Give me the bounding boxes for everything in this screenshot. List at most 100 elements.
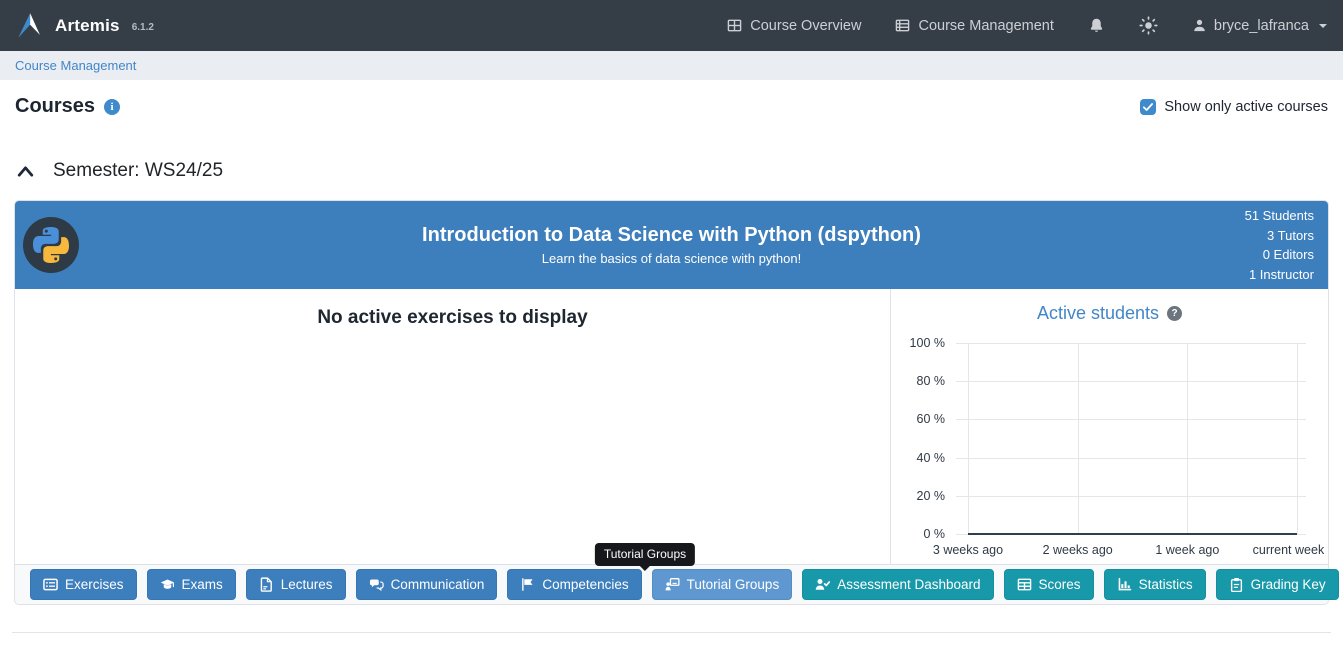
- username: bryce_lafranca: [1214, 18, 1309, 34]
- stat-instructors: 1 Instructor: [1245, 265, 1314, 285]
- clipboard-icon: [1229, 577, 1244, 592]
- y-tick: 80 %: [917, 374, 946, 388]
- user-menu[interactable]: bryce_lafranca: [1192, 18, 1327, 34]
- collapse-semester-button[interactable]: [15, 161, 36, 182]
- lectures-button[interactable]: Lectures: [246, 569, 346, 600]
- x-tick: 3 weeks ago: [933, 543, 1003, 557]
- brand-version: 6.1.2: [132, 22, 154, 33]
- table-list-icon: [895, 18, 910, 33]
- course-card-body: No active exercises to display Active st…: [15, 289, 1328, 564]
- exercises-label: Exercises: [65, 577, 124, 592]
- exams-button[interactable]: Exams: [147, 569, 236, 600]
- statistics-button[interactable]: Statistics: [1104, 569, 1206, 600]
- tutorial-groups-label: Tutorial Groups: [687, 577, 780, 592]
- h-gridline: [956, 496, 1306, 497]
- chart-column-icon: [1117, 577, 1132, 592]
- nav-course-management[interactable]: Course Management: [895, 18, 1053, 34]
- course-stats: 51 Students 3 Tutors 0 Editors 1 Instruc…: [1245, 206, 1314, 284]
- info-icon[interactable]: i: [104, 99, 120, 115]
- stat-students: 51 Students: [1245, 206, 1314, 226]
- assessment-dashboard-label: Assessment Dashboard: [837, 577, 980, 592]
- table-cells-icon: [727, 18, 742, 33]
- scores-button[interactable]: Scores: [1004, 569, 1094, 600]
- scores-label: Scores: [1039, 577, 1081, 592]
- competencies-button[interactable]: Competencies: [507, 569, 641, 600]
- file-pdf-icon: [259, 577, 274, 592]
- top-navbar: Artemis 6.1.2 Course Overview: [0, 0, 1343, 51]
- notifications-button[interactable]: [1088, 17, 1105, 34]
- course-card-footer: Exercises Exams Lectures: [15, 564, 1328, 604]
- user-icon: [1192, 18, 1207, 33]
- course-card-header[interactable]: Introduction to Data Science with Python…: [15, 201, 1328, 289]
- lectures-label: Lectures: [281, 577, 333, 592]
- chart-title: Active students: [1037, 303, 1159, 324]
- brand-name: Artemis: [55, 16, 120, 36]
- show-only-active-label[interactable]: Show only active courses: [1164, 99, 1328, 115]
- active-students-chart: Active students ? 100 % 80 % 60 % 40 %: [891, 289, 1328, 564]
- stat-tutors: 3 Tutors: [1245, 226, 1314, 246]
- v-gridline: [1078, 343, 1079, 534]
- exams-label: Exams: [182, 577, 223, 592]
- sun-icon: [1139, 16, 1158, 35]
- assessment-dashboard-button[interactable]: Assessment Dashboard: [802, 569, 993, 600]
- v-gridline: [968, 343, 969, 534]
- graduation-cap-icon: [160, 577, 175, 592]
- theme-toggle-button[interactable]: [1139, 16, 1158, 35]
- page-header: Courses i Show only active courses: [15, 95, 1328, 118]
- grading-key-label: Grading Key: [1251, 577, 1326, 592]
- tutorial-groups-button[interactable]: Tutorial Groups: [652, 569, 793, 600]
- semester-title: Semester: WS24/25: [53, 160, 223, 182]
- x-tick: 2 weeks ago: [1043, 543, 1113, 557]
- v-gridline: [1187, 343, 1188, 534]
- semester-row: Semester: WS24/25: [15, 160, 1328, 182]
- y-tick: 0 %: [923, 527, 945, 541]
- h-gridline: [956, 419, 1306, 420]
- comments-icon: [369, 577, 384, 592]
- stat-editors: 0 Editors: [1245, 245, 1314, 265]
- list-alt-icon: [43, 577, 58, 592]
- artemis-logo-icon: [16, 11, 45, 40]
- h-gridline: [956, 343, 1306, 344]
- user-check-icon: [815, 577, 830, 592]
- communication-label: Communication: [391, 577, 485, 592]
- v-gridline: [1297, 343, 1298, 534]
- chart-data-line: [968, 533, 1297, 535]
- question-icon[interactable]: ?: [1167, 306, 1182, 321]
- bell-icon: [1088, 17, 1105, 34]
- exercises-panel: No active exercises to display: [15, 289, 891, 564]
- y-tick: 60 %: [917, 412, 946, 426]
- artemis-brand[interactable]: Artemis 6.1.2: [16, 11, 154, 40]
- x-tick: current week: [1253, 543, 1325, 557]
- section-divider: [12, 632, 1331, 633]
- communication-button[interactable]: Communication: [356, 569, 498, 600]
- tooltip-arrow: [640, 566, 650, 571]
- h-gridline: [956, 458, 1306, 459]
- nav-course-overview-label: Course Overview: [750, 18, 861, 34]
- y-tick: 20 %: [917, 489, 946, 503]
- python-logo-icon: [33, 227, 69, 263]
- grading-key-button[interactable]: Grading Key: [1216, 569, 1339, 600]
- tooltip-text: Tutorial Groups: [604, 547, 686, 561]
- page-title: Courses: [15, 95, 95, 118]
- x-tick: 1 week ago: [1155, 543, 1219, 557]
- flag-icon: [520, 577, 535, 592]
- competencies-label: Competencies: [542, 577, 628, 592]
- show-only-active-checkbox[interactable]: [1140, 99, 1156, 115]
- tutorial-groups-tooltip: Tutorial Groups: [595, 543, 695, 566]
- check-icon: [1142, 101, 1154, 113]
- breadcrumb-course-management[interactable]: Course Management: [15, 58, 136, 73]
- y-tick: 40 %: [917, 451, 946, 465]
- course-title: Introduction to Data Science with Python…: [251, 224, 1091, 247]
- chalkboard-user-icon: [665, 577, 680, 592]
- y-tick: 100 %: [910, 336, 945, 350]
- breadcrumb: Course Management: [0, 51, 1343, 80]
- chart-plot-area: 100 % 80 % 60 % 40 % 20 % 0 % 3 weeks ag…: [968, 343, 1297, 534]
- table-icon: [1017, 577, 1032, 592]
- h-gridline: [956, 381, 1306, 382]
- course-avatar: [23, 217, 79, 273]
- statistics-label: Statistics: [1139, 577, 1193, 592]
- exercises-button[interactable]: Exercises: [30, 569, 137, 600]
- no-exercises-message: No active exercises to display: [317, 307, 587, 328]
- nav-course-overview[interactable]: Course Overview: [727, 18, 861, 34]
- chevron-up-icon: [15, 161, 36, 182]
